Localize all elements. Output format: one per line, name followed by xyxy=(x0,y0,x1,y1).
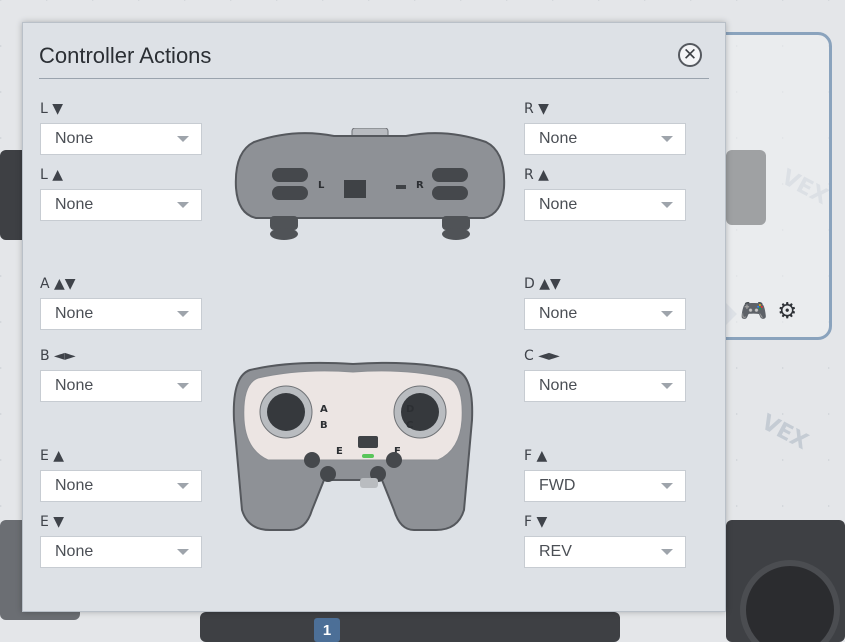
mapping-label: C ◄► xyxy=(524,348,560,364)
controller-label-a: A xyxy=(320,404,328,415)
controller-top-view: L R xyxy=(234,128,506,240)
vex-watermark: VEX xyxy=(757,409,813,456)
trigger-base xyxy=(442,228,470,240)
button-e-up xyxy=(304,452,320,468)
chevron-down-icon xyxy=(661,202,673,208)
mapping-label: E ▼ xyxy=(40,514,65,530)
mapping-e-down: E ▼ None xyxy=(40,514,202,568)
controller-label-l: L xyxy=(318,180,325,191)
mapping-d: D ▲▼ None xyxy=(524,276,686,330)
select-value: None xyxy=(539,130,578,147)
mapping-e-up: E ▲ None xyxy=(40,448,202,502)
action-select-l-up[interactable]: None xyxy=(40,189,202,221)
chevron-down-icon xyxy=(177,202,189,208)
select-value: None xyxy=(55,196,94,213)
chevron-down-icon xyxy=(661,311,673,317)
select-value: None xyxy=(539,305,578,322)
mapping-f-down: F ▼ REV xyxy=(524,514,686,568)
gamepad-icon[interactable]: 🎮 xyxy=(740,300,767,322)
mapping-label: F ▲ xyxy=(524,448,548,464)
mapping-label: L ▲ xyxy=(40,167,64,183)
mapping-label: B ◄► xyxy=(40,348,76,364)
controller-front-view: A B C D E F xyxy=(232,361,474,531)
select-value: None xyxy=(55,543,94,560)
dialog-pointer xyxy=(725,302,737,326)
action-select-f-down[interactable]: REV xyxy=(524,536,686,568)
dialog-title: Controller Actions xyxy=(39,43,212,68)
trigger xyxy=(270,216,298,230)
close-icon[interactable]: ✕ xyxy=(678,43,702,67)
chevron-down-icon xyxy=(177,483,189,489)
mapping-f-up: F ▲ FWD xyxy=(524,448,686,502)
chevron-down-icon xyxy=(661,136,673,142)
controller-label-d: D xyxy=(406,404,414,415)
mapping-a: A ▲▼ None xyxy=(40,276,202,330)
robot-part xyxy=(200,612,620,642)
bumper-button xyxy=(272,168,308,182)
bumper-button xyxy=(432,168,468,182)
action-select-l-down[interactable]: None xyxy=(40,123,202,155)
action-select-r-up[interactable]: None xyxy=(524,189,686,221)
chevron-down-icon xyxy=(177,311,189,317)
power-button xyxy=(360,478,378,488)
chevron-down-icon xyxy=(661,383,673,389)
usb-port xyxy=(358,436,378,448)
trigger-base xyxy=(270,228,298,240)
controller-label-b: B xyxy=(320,420,328,431)
controller-label-r: R xyxy=(416,180,424,191)
status-led xyxy=(362,454,374,458)
action-select-e-down[interactable]: None xyxy=(40,536,202,568)
select-value: None xyxy=(55,477,94,494)
mapping-label: A ▲▼ xyxy=(40,276,76,292)
select-value: None xyxy=(55,377,94,394)
select-value: None xyxy=(55,305,94,322)
mapping-l-down: L ▼ None xyxy=(40,101,202,155)
title-divider xyxy=(39,78,709,79)
mapping-r-down: R ▼ None xyxy=(524,101,686,155)
trigger xyxy=(442,216,470,230)
controller-label-c: C xyxy=(406,420,413,431)
mapping-label: R ▼ xyxy=(524,101,549,117)
usb-port xyxy=(344,180,366,198)
select-value: None xyxy=(539,377,578,394)
mapping-l-up: L ▲ None xyxy=(40,167,202,221)
bumper-button xyxy=(432,186,468,200)
action-select-d[interactable]: None xyxy=(524,298,686,330)
mapping-b: B ◄► None xyxy=(40,348,202,402)
bumper-button xyxy=(272,186,308,200)
select-value: FWD xyxy=(539,477,576,494)
mapping-label: R ▲ xyxy=(524,167,549,183)
chevron-down-icon xyxy=(177,549,189,555)
mapping-c: C ◄► None xyxy=(524,348,686,402)
mapping-label: F ▼ xyxy=(524,514,548,530)
chevron-down-icon xyxy=(177,136,189,142)
mapping-r-up: R ▲ None xyxy=(524,167,686,221)
mapping-label: E ▲ xyxy=(40,448,65,464)
gear-icon[interactable]: ⚙ xyxy=(777,300,797,322)
chevron-down-icon xyxy=(661,549,673,555)
button-e-down xyxy=(320,466,336,482)
select-value: REV xyxy=(539,543,572,560)
joystick-left xyxy=(267,393,305,431)
action-select-r-down[interactable]: None xyxy=(524,123,686,155)
side-panel-icons: 🎮 ⚙ xyxy=(740,300,797,322)
select-value: None xyxy=(539,196,578,213)
action-select-a[interactable]: None xyxy=(40,298,202,330)
mapping-label: L ▼ xyxy=(40,101,64,117)
action-select-c[interactable]: None xyxy=(524,370,686,402)
bottom-badge: 1 xyxy=(314,618,340,642)
chevron-down-icon xyxy=(177,383,189,389)
select-value: None xyxy=(55,130,94,147)
mapping-label: D ▲▼ xyxy=(524,276,561,292)
action-select-b[interactable]: None xyxy=(40,370,202,402)
indicator-slot xyxy=(396,185,406,189)
action-select-e-up[interactable]: None xyxy=(40,470,202,502)
chevron-down-icon xyxy=(661,483,673,489)
controller-label-e: E xyxy=(336,446,343,457)
button-f-up xyxy=(386,452,402,468)
action-select-f-up[interactable]: FWD xyxy=(524,470,686,502)
